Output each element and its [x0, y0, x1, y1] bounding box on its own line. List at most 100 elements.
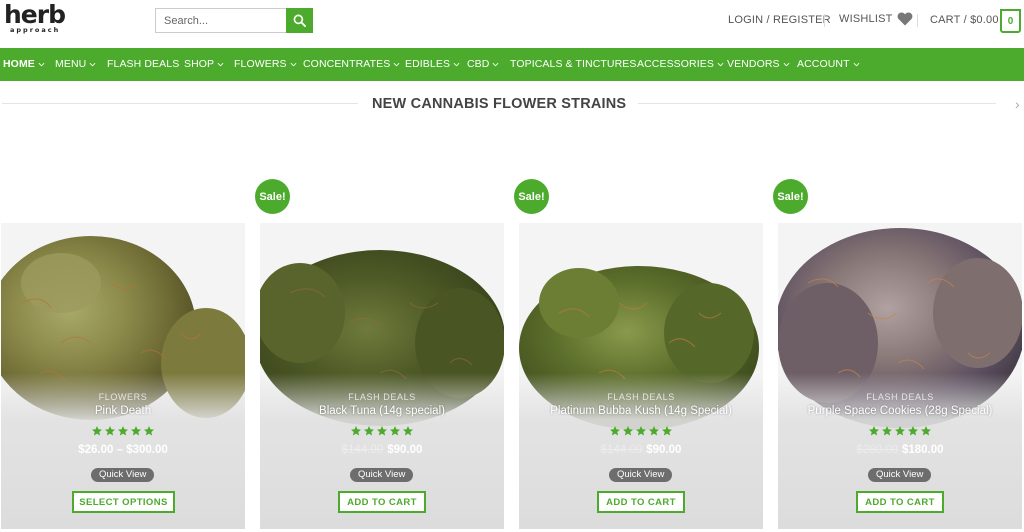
sale-badge: Sale! [514, 179, 549, 214]
star-icon [92, 426, 102, 436]
nav-item-label: ACCESSORIES [637, 58, 714, 70]
product-rating [778, 425, 1022, 437]
chevron-down-icon [89, 62, 96, 66]
product-rating [519, 425, 763, 437]
star-icon [105, 426, 115, 436]
logo-wordmark: herb [4, 0, 66, 29]
nav-item-label: ACCOUNT [797, 58, 850, 70]
star-icon [895, 426, 905, 436]
product-category[interactable]: FLOWERS [1, 392, 245, 402]
nav-item-label: FLOWERS [234, 58, 287, 70]
search-input[interactable] [155, 8, 286, 33]
product-rating [260, 425, 504, 437]
star-icon [921, 426, 931, 436]
star-icon [377, 426, 387, 436]
cart-link[interactable]: CART / $0.00 [930, 14, 999, 26]
nav-item-shop[interactable]: SHOP [184, 58, 224, 70]
product-category[interactable]: FLASH DEALS [778, 392, 1022, 402]
product-price-old: $144.00 [600, 444, 643, 456]
product-category[interactable]: FLASH DEALS [519, 392, 763, 402]
header-divider [917, 14, 918, 27]
nav-item-account[interactable]: ACCOUNT [797, 58, 860, 70]
product-card[interactable]: FLOWERS Pink Death $26.00 – $300.00 Quic… [1, 223, 245, 529]
product-name[interactable]: Black Tuna (14g special) [260, 405, 504, 417]
nav-item-vendors[interactable]: VENDORS [727, 58, 790, 70]
quick-view-button[interactable]: Quick View [91, 468, 155, 482]
nav-item-concentrates[interactable]: CONCENTRATES [303, 58, 400, 70]
nav-item-accessories[interactable]: ACCESSORIES [637, 58, 724, 70]
star-icon [144, 426, 154, 436]
nav-item-label: CBD [467, 58, 490, 70]
star-icon [649, 426, 659, 436]
select-options-button[interactable]: SELECT OPTIONS [72, 491, 175, 513]
chevron-down-icon [493, 62, 499, 66]
star-icon [882, 426, 892, 436]
add-to-cart-button[interactable]: ADD TO CART [597, 491, 685, 513]
chevron-down-icon [853, 62, 860, 66]
search-button[interactable] [286, 8, 313, 33]
carousel-next-arrow-icon[interactable]: › [1015, 96, 1020, 112]
nav-item-flowers[interactable]: FLOWERS [234, 58, 297, 70]
site-logo[interactable]: herb approach [4, 0, 66, 42]
star-icon [118, 426, 128, 436]
product-price-old: $280.00 [856, 444, 898, 456]
nav-item-label: FLASH DEALS [107, 58, 180, 70]
nav-item-edibles[interactable]: EDIBLES [405, 58, 460, 70]
product-name[interactable]: Pink Death [1, 405, 245, 417]
chevron-down-icon [38, 62, 45, 66]
search-form [155, 8, 313, 33]
sale-badge: Sale! [773, 179, 808, 214]
nav-item-flash-deals[interactable]: FLASH DEALS [107, 58, 179, 70]
add-to-cart-button[interactable]: ADD TO CART [856, 491, 944, 513]
star-icon [869, 426, 879, 436]
nav-item-label: HOME [3, 58, 35, 70]
section-divider [638, 103, 996, 104]
product-card[interactable]: FLASH DEALS Platinum Bubba Kush (14g Spe… [519, 223, 763, 529]
cart-count-badge[interactable]: 0 [1000, 9, 1021, 33]
sale-badge: Sale! [255, 179, 290, 214]
login-register-link[interactable]: LOGIN / REGISTER [728, 14, 831, 26]
star-icon [908, 426, 918, 436]
nav-item-home[interactable]: HOME [3, 58, 45, 70]
star-icon [610, 426, 620, 436]
product-price: $280.00 $180.00 [778, 444, 1022, 456]
product-price-old: $144.00 [341, 444, 384, 456]
product-price-current: $180.00 [902, 444, 944, 456]
nav-item-topicals-tinctures[interactable]: TOPICALS & TINCTURES [510, 58, 636, 70]
product-name[interactable]: Platinum Bubba Kush (14g Special) [519, 405, 763, 417]
nav-item-menu[interactable]: MENU [55, 58, 96, 70]
quick-view-button[interactable]: Quick View [350, 468, 414, 482]
chevron-down-icon [217, 62, 224, 66]
nav-item-cbd[interactable]: CBD [467, 58, 499, 70]
nav-item-label: TOPICALS & TINCTURES [510, 58, 637, 70]
product-category[interactable]: FLASH DEALS [260, 392, 504, 402]
site-header: herb approach LOGIN / REGISTER WISHLIST … [0, 0, 1024, 47]
chevron-down-icon [783, 62, 790, 66]
section-divider [2, 103, 358, 104]
nav-item-label: MENU [55, 58, 87, 70]
product-name[interactable]: Purple Space Cookies (28g Special) [778, 405, 1022, 417]
star-icon [351, 426, 361, 436]
star-icon [131, 426, 141, 436]
product-price-current: $90.00 [387, 444, 423, 456]
star-icon [403, 426, 413, 436]
star-icon [636, 426, 646, 436]
add-to-cart-button[interactable]: ADD TO CART [338, 491, 426, 513]
product-price-current: $90.00 [646, 444, 682, 456]
main-navigation: HOME MENU FLASH DEALS SHOP FLOWERS CONCE… [0, 48, 1024, 81]
logo-tagline: approach [10, 26, 61, 34]
star-icon [364, 426, 374, 436]
section-title: NEW CANNABIS FLOWER STRAINS [372, 96, 627, 112]
quick-view-button[interactable]: Quick View [868, 468, 932, 482]
chevron-down-icon [453, 62, 460, 66]
product-card[interactable]: FLASH DEALS Purple Space Cookies (28g Sp… [778, 223, 1022, 529]
product-price: $144.00 $90.00 [519, 444, 763, 456]
heart-icon [897, 12, 912, 26]
wishlist-link[interactable]: WISHLIST [839, 12, 913, 26]
nav-item-label: SHOP [184, 58, 215, 70]
product-card[interactable]: FLASH DEALS Black Tuna (14g special) $14… [260, 223, 504, 529]
product-price: $26.00 – $300.00 [1, 444, 245, 456]
star-icon [390, 426, 400, 436]
quick-view-button[interactable]: Quick View [609, 468, 673, 482]
star-icon [662, 426, 672, 436]
